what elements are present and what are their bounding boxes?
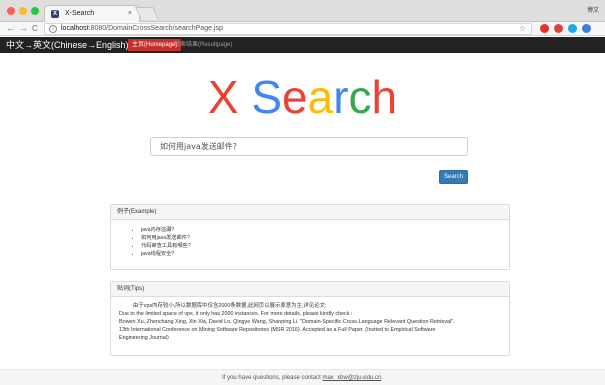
footer: If you have questions, please contact ma… xyxy=(0,369,605,385)
footer-tail: . xyxy=(381,375,383,381)
browser-toolbar: ← → C i localhost:8080/DomainCrossSearch… xyxy=(0,22,605,36)
tips-panel: 贴词(Tips) 由于vps内存较小,所以数据库中仅含2000条数据,此网页以展… xyxy=(110,281,510,356)
address-bar[interactable]: i localhost:8080/DomainCrossSearch/searc… xyxy=(44,23,532,35)
minimize-window-icon[interactable] xyxy=(19,7,27,15)
status-dot-icon[interactable] xyxy=(568,24,577,33)
tab-close-icon[interactable]: × xyxy=(128,6,132,22)
search-input[interactable]: 如何用java发送邮件? xyxy=(150,137,468,156)
examples-panel: 例子(Example) java内存溢漏? 如何用java发送邮件? 代码审查工… xyxy=(110,204,510,270)
shield-icon[interactable] xyxy=(554,24,563,33)
nav-resultpage[interactable]: 检索结果(Resultpage) xyxy=(174,39,232,51)
tips-body: 由于vps内存较小,所以数据库中仅含2000条数据,此网页以展示原意为主,详见论… xyxy=(111,297,509,342)
search-button[interactable]: Search xyxy=(439,170,468,184)
logo-letter: X xyxy=(207,71,239,123)
examples-heading: 例子(Example) xyxy=(111,205,509,220)
maximize-window-icon[interactable] xyxy=(31,7,39,15)
close-window-icon[interactable] xyxy=(7,7,15,15)
tips-line: 由于vps内存较小,所以数据库中仅含2000条数据,此网页以展示原意为主,详见论… xyxy=(133,303,327,309)
url-host: localhost xyxy=(61,25,89,32)
forward-icon[interactable]: → xyxy=(19,23,28,34)
home-icon[interactable] xyxy=(582,24,591,33)
logo: X Search xyxy=(0,70,605,124)
tips-line: Bowen Xu, Zhenchang Xing, Xin Xia, David… xyxy=(119,319,455,325)
tips-line: Engineering Journal) xyxy=(119,335,169,341)
example-item[interactable]: 如何用java发送邮件? xyxy=(141,234,509,242)
browser-titlebar: X X-Search × 博文 xyxy=(0,0,605,22)
bookmark-star-icon[interactable]: ☆ xyxy=(519,24,526,34)
logo-letter: c xyxy=(348,71,372,123)
example-item[interactable]: java线程安全? xyxy=(141,250,509,258)
extension-icons xyxy=(540,24,591,33)
tips-line: 13th International Conference on Mining … xyxy=(119,327,436,333)
contact-email-link[interactable]: max_xbw@zju.edu.cn xyxy=(322,375,381,381)
example-item[interactable]: 代码审查工具有哪些? xyxy=(141,242,509,250)
page: X X-Search × 博文 ← → C i localhost:8080/D… xyxy=(0,0,605,385)
reload-icon[interactable]: C xyxy=(32,23,38,34)
logo-letter: a xyxy=(307,71,334,123)
tips-heading: 贴词(Tips) xyxy=(111,282,509,297)
back-icon[interactable]: ← xyxy=(6,23,15,34)
examples-list: java内存溢漏? 如何用java发送邮件? 代码审查工具有哪些? java线程… xyxy=(111,226,509,258)
logo-letter: e xyxy=(282,71,308,123)
app-navbar: 中文→英文(Chinese→English) 主页(Homepage) 检索结果… xyxy=(0,37,605,53)
favicon-icon: X xyxy=(51,10,59,18)
browser-tab[interactable]: X X-Search × xyxy=(44,5,140,22)
example-item[interactable]: java内存溢漏? xyxy=(141,226,509,234)
profile-label[interactable]: 博文 xyxy=(587,5,599,14)
abp-icon[interactable] xyxy=(540,24,549,33)
logo-letter: h xyxy=(371,71,398,123)
logo-letter: S xyxy=(251,71,283,123)
tab-title: X-Search xyxy=(65,10,95,17)
url-path: :8080/DomainCrossSearch/searchPage.jsp xyxy=(88,25,223,32)
footer-text: If you have questions, please contact xyxy=(222,375,321,381)
logo-letter: r xyxy=(333,71,349,123)
navbar-brand[interactable]: 中文→英文(Chinese→English) xyxy=(6,37,129,53)
tips-line: Due to the limited space of vps, it only… xyxy=(119,311,353,317)
info-icon[interactable]: i xyxy=(49,25,57,33)
